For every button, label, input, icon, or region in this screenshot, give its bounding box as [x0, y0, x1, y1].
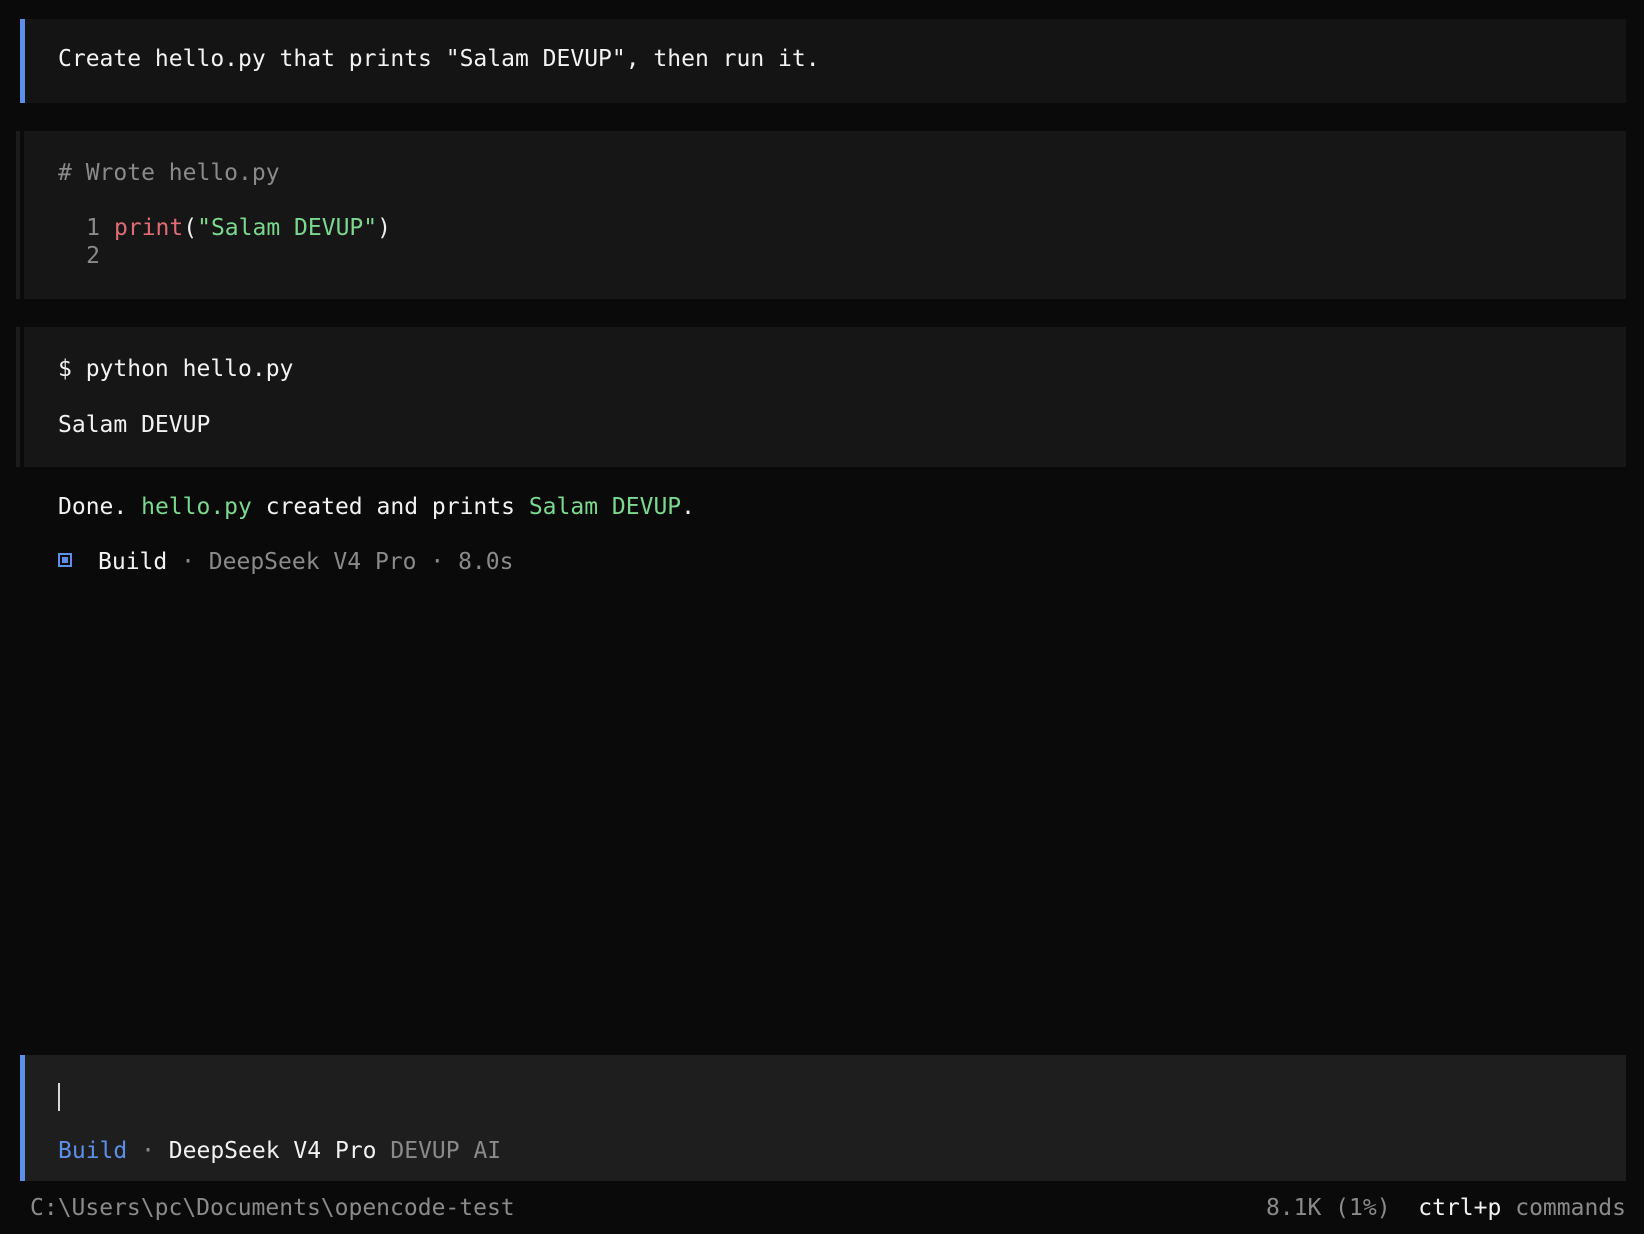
tool-left-border — [16, 327, 20, 467]
bash-tool-block: $ python hello.py Salam DEVUP — [24, 327, 1626, 467]
tool-left-border — [16, 131, 20, 299]
input-provider: DEVUP AI — [390, 1138, 502, 1164]
response-suffix: . — [681, 494, 696, 520]
bash-command: $ python hello.py — [58, 356, 294, 382]
text-cursor — [58, 1083, 60, 1111]
shortcut-key: ctrl+p — [1418, 1195, 1502, 1221]
working-directory: C:\Users\pc\Documents\opencode-test — [30, 1195, 515, 1221]
code-function: print — [114, 215, 184, 241]
code-line: 2 — [58, 243, 100, 269]
meta-sep: · — [416, 549, 459, 575]
response-value: Salam DEVUP — [528, 494, 682, 520]
write-tool-block: # Wrote hello.py 1 print("Salam DEVUP") 2 — [24, 131, 1626, 299]
code-string: "Salam DEVUP" — [197, 215, 378, 241]
line-number: 2 — [86, 243, 100, 269]
response-meta: Build · DeepSeek V4 Pro · 8.0s — [58, 549, 513, 575]
response-prefix: Done. — [58, 494, 142, 520]
meta-duration: 8.0s — [458, 549, 514, 575]
meta-model: DeepSeek V4 Pro — [208, 549, 417, 575]
bash-output: Salam DEVUP — [58, 412, 211, 438]
response-file: hello.py — [141, 494, 252, 520]
build-square-icon — [58, 553, 72, 567]
user-message: Create hello.py that prints "Salam DEVUP… — [20, 19, 1626, 103]
input-agent[interactable]: Build — [58, 1138, 127, 1164]
code-paren-close: ) — [377, 215, 391, 241]
meta-sep: · — [167, 549, 209, 575]
assistant-response: Done. hello.py created and prints Salam … — [58, 494, 695, 520]
code-paren-open: ( — [183, 215, 198, 241]
prompt-input[interactable]: Build · DeepSeek V4 Pro DEVUP AI — [20, 1055, 1626, 1181]
user-message-text: Create hello.py that prints "Salam DEVUP… — [58, 46, 820, 72]
token-usage: 8.1K (1%) — [1265, 1195, 1391, 1221]
meta-agent: Build — [98, 549, 168, 575]
shortcut-label[interactable]: commands — [1515, 1195, 1626, 1221]
input-meta: Build · DeepSeek V4 Pro DEVUP AI — [58, 1138, 501, 1164]
write-tool-header: # Wrote hello.py — [58, 160, 280, 186]
status-right: 8.1K (1%) ctrl+p commands — [1266, 1195, 1626, 1221]
line-number: 1 — [86, 215, 100, 241]
code-line: 1 print("Salam DEVUP") — [58, 215, 391, 241]
input-sep: · — [127, 1138, 169, 1164]
input-model[interactable]: DeepSeek V4 Pro — [169, 1138, 377, 1164]
response-middle: created and prints — [251, 494, 529, 520]
